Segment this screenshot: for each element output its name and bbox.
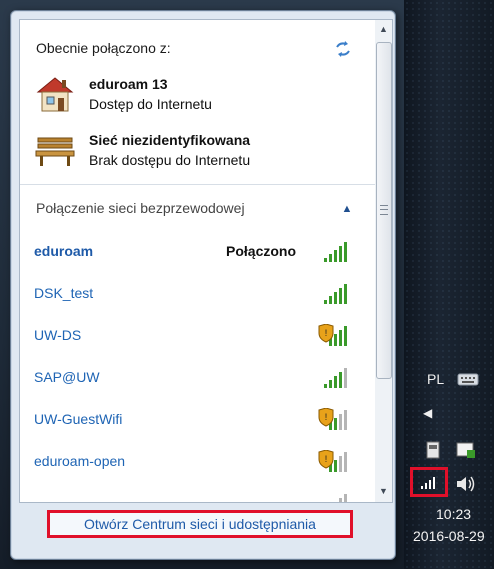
house-icon — [34, 74, 76, 114]
connection-name: eduroam 13 — [89, 76, 168, 92]
network-name: eduroam-open — [34, 453, 126, 469]
section-divider — [20, 184, 376, 185]
network-list-panel: Obecnie połączono z: eduroam 13 Dostęp d… — [19, 19, 377, 503]
connection-status: Brak dostępu do Internetu — [89, 152, 251, 168]
volume-icon[interactable] — [455, 474, 477, 494]
connection-status: Dostęp do Internetu — [89, 96, 212, 112]
refresh-icon[interactable] — [332, 38, 354, 60]
network-item[interactable]: SAP@UW — [20, 358, 376, 398]
svg-text:!: ! — [325, 412, 328, 422]
action-center-icon[interactable] — [455, 440, 477, 460]
scroll-up-icon[interactable]: ▲ — [375, 20, 392, 38]
signal-strength-icon — [324, 284, 347, 304]
clock-time[interactable]: 10:23 — [436, 506, 471, 522]
signal-strength-icon — [324, 368, 347, 388]
network-status: Połączono — [226, 243, 297, 259]
current-connection-eduroam: eduroam 13 Dostęp do Internetu — [34, 72, 364, 116]
wireless-section-label: Połączenie sieci bezprzewodowej — [36, 200, 245, 216]
network-flyout: Obecnie połączono z: eduroam 13 Dostęp d… — [10, 10, 396, 560]
keyboard-icon[interactable] — [457, 371, 479, 387]
language-indicator[interactable]: PL — [427, 371, 444, 387]
secured-signal-icon: ! — [318, 450, 347, 472]
network-name: UW-GuestWifi — [34, 411, 123, 427]
network-item[interactable]: UW-DS ! — [20, 316, 376, 356]
network-name: UW-DS — [34, 327, 82, 343]
network-tray-icon[interactable] — [418, 472, 440, 492]
secured-signal-icon: ! — [318, 408, 347, 430]
connection-name: Sieć niezidentyfikowana — [89, 132, 251, 148]
bench-icon — [34, 130, 76, 170]
secured-signal-icon: ! — [318, 324, 347, 346]
svg-text:!: ! — [325, 454, 328, 464]
network-item[interactable]: eduroam Połączono — [20, 232, 376, 272]
network-item[interactable]: UW-GuestWifi ! — [20, 400, 376, 440]
open-network-center-link[interactable]: Otwórz Centrum sieci i udostępniania — [47, 510, 353, 538]
clock-date[interactable]: 2016-08-29 — [413, 528, 485, 544]
chevron-up-icon[interactable]: ▲ — [338, 200, 356, 218]
scroll-down-icon[interactable]: ▼ — [375, 482, 392, 500]
network-item-partial[interactable] — [20, 484, 376, 502]
currently-connected-label: Obecnie połączono z: — [36, 40, 171, 56]
power-plug-icon[interactable] — [423, 440, 445, 460]
network-name: SAP@UW — [34, 369, 100, 385]
scrollbar[interactable]: ▲ ▼ — [375, 19, 393, 503]
signal-strength-icon — [339, 494, 347, 502]
network-name: DSK_test — [34, 285, 94, 301]
network-item[interactable]: DSK_test — [20, 274, 376, 314]
svg-text:!: ! — [325, 328, 328, 338]
network-name: eduroam — [34, 243, 94, 259]
show-hidden-icons-icon[interactable]: ◀ — [423, 406, 432, 420]
current-connection-unidentified: Sieć niezidentyfikowana Brak dostępu do … — [34, 128, 364, 172]
network-item[interactable]: eduroam-open ! — [20, 442, 376, 482]
signal-strength-icon — [324, 242, 347, 262]
scrollbar-thumb[interactable] — [376, 42, 392, 379]
